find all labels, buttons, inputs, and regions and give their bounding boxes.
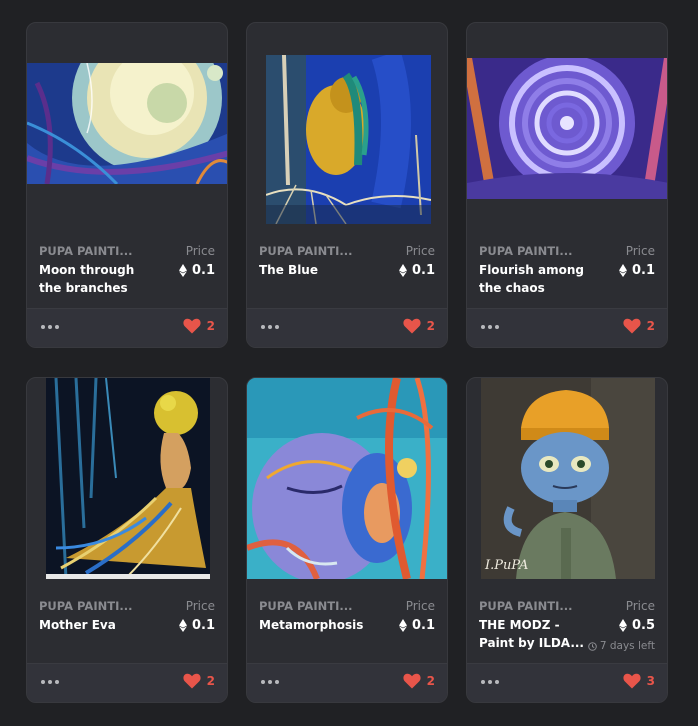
artwork-title[interactable]: Moon through the branches bbox=[39, 261, 151, 297]
ethereum-icon bbox=[178, 264, 187, 277]
heart-icon bbox=[403, 318, 421, 334]
price-label: Price bbox=[405, 244, 435, 258]
more-dots-icon[interactable] bbox=[261, 677, 281, 687]
ethereum-icon bbox=[398, 264, 407, 277]
heart-icon bbox=[183, 318, 201, 334]
ethereum-icon bbox=[398, 619, 407, 632]
more-dots-icon[interactable] bbox=[481, 677, 501, 687]
more-dots-icon[interactable] bbox=[41, 677, 61, 687]
heart-icon bbox=[403, 673, 421, 689]
like-button[interactable]: 3 bbox=[623, 673, 655, 689]
ethereum-icon bbox=[178, 619, 187, 632]
like-button[interactable]: 2 bbox=[183, 673, 215, 689]
like-button[interactable]: 2 bbox=[403, 318, 435, 334]
card-media[interactable] bbox=[247, 378, 447, 592]
price-label: Price bbox=[405, 599, 435, 613]
card-footer: 3 bbox=[467, 663, 667, 702]
artwork-title[interactable]: Metamorphosis bbox=[259, 616, 371, 634]
nft-card[interactable]: PUPA PAINTI... Flourish among the chaos … bbox=[466, 22, 668, 348]
like-button[interactable]: 2 bbox=[183, 318, 215, 334]
price-label: Price bbox=[185, 599, 215, 613]
more-dots-icon[interactable] bbox=[481, 322, 501, 332]
like-button[interactable]: 2 bbox=[403, 673, 435, 689]
like-count: 2 bbox=[426, 319, 435, 333]
more-dots-icon[interactable] bbox=[41, 322, 61, 332]
like-count: 2 bbox=[426, 674, 435, 688]
card-footer: 2 bbox=[27, 308, 227, 347]
heart-icon bbox=[623, 673, 641, 689]
price: 0.1 bbox=[178, 263, 215, 278]
price-value: 0.1 bbox=[631, 263, 655, 278]
like-button[interactable]: 2 bbox=[623, 318, 655, 334]
card-media[interactable] bbox=[27, 378, 227, 592]
price-value: 0.1 bbox=[411, 618, 435, 633]
price: 0.1 bbox=[178, 618, 215, 633]
artwork-image bbox=[27, 63, 227, 184]
price-label: Price bbox=[625, 599, 655, 613]
price: 0.1 bbox=[398, 618, 435, 633]
more-dots-icon[interactable] bbox=[261, 322, 281, 332]
card-footer: 2 bbox=[247, 308, 447, 347]
card-media[interactable] bbox=[247, 23, 447, 237]
artwork-image bbox=[467, 58, 667, 199]
heart-icon bbox=[183, 673, 201, 689]
price: 0.1 bbox=[398, 263, 435, 278]
nft-card[interactable]: I.PuPA PUPA PAINTI... THE MODZ - Paint b… bbox=[466, 377, 668, 703]
price: 0.1 bbox=[618, 263, 655, 278]
like-count: 3 bbox=[646, 674, 655, 688]
artwork-image bbox=[266, 55, 431, 224]
clock-icon bbox=[588, 641, 597, 651]
artwork-image: I.PuPA bbox=[481, 378, 655, 579]
time-left: 7 days left bbox=[588, 640, 655, 652]
nft-card[interactable]: PUPA PAINTI... The Blue Price 0.1 2 bbox=[246, 22, 448, 348]
collection-name[interactable]: PUPA PAINTI... bbox=[479, 599, 579, 613]
collection-name[interactable]: PUPA PAINTI... bbox=[39, 244, 139, 258]
price-value: 0.1 bbox=[411, 263, 435, 278]
card-footer: 2 bbox=[247, 663, 447, 702]
collection-name[interactable]: PUPA PAINTI... bbox=[259, 599, 359, 613]
price-label: Price bbox=[625, 244, 655, 258]
heart-icon bbox=[623, 318, 641, 334]
like-count: 2 bbox=[646, 319, 655, 333]
ethereum-icon bbox=[618, 619, 627, 632]
artwork-title[interactable]: Mother Eva bbox=[39, 616, 151, 634]
artwork-image bbox=[247, 378, 447, 579]
artwork-title[interactable]: THE MODZ - Paint by ILDA... bbox=[479, 616, 591, 652]
price-value: 0.5 bbox=[631, 618, 655, 633]
price-label: Price bbox=[185, 244, 215, 258]
card-media[interactable] bbox=[467, 23, 667, 237]
artwork-image bbox=[46, 378, 210, 579]
artwork-title[interactable]: The Blue bbox=[259, 261, 371, 279]
artwork-title[interactable]: Flourish among the chaos bbox=[479, 261, 591, 297]
ethereum-icon bbox=[618, 264, 627, 277]
card-footer: 2 bbox=[27, 663, 227, 702]
price-value: 0.1 bbox=[191, 263, 215, 278]
nft-card[interactable]: PUPA PAINTI... Mother Eva Price 0.1 2 bbox=[26, 377, 228, 703]
collection-name[interactable]: PUPA PAINTI... bbox=[259, 244, 359, 258]
artist-signature: I.PuPA bbox=[485, 558, 529, 573]
time-left-text: 7 days left bbox=[599, 640, 655, 652]
nft-card[interactable]: PUPA PAINTI... Metamorphosis Price 0.1 2 bbox=[246, 377, 448, 703]
like-count: 2 bbox=[206, 319, 215, 333]
card-media[interactable] bbox=[27, 23, 227, 237]
card-media[interactable]: I.PuPA bbox=[467, 378, 667, 592]
collection-name[interactable]: PUPA PAINTI... bbox=[39, 599, 139, 613]
collection-name[interactable]: PUPA PAINTI... bbox=[479, 244, 579, 258]
price-value: 0.1 bbox=[191, 618, 215, 633]
card-footer: 2 bbox=[467, 308, 667, 347]
price: 0.5 bbox=[618, 618, 655, 633]
like-count: 2 bbox=[206, 674, 215, 688]
nft-card[interactable]: PUPA PAINTI... Moon through the branches… bbox=[26, 22, 228, 348]
